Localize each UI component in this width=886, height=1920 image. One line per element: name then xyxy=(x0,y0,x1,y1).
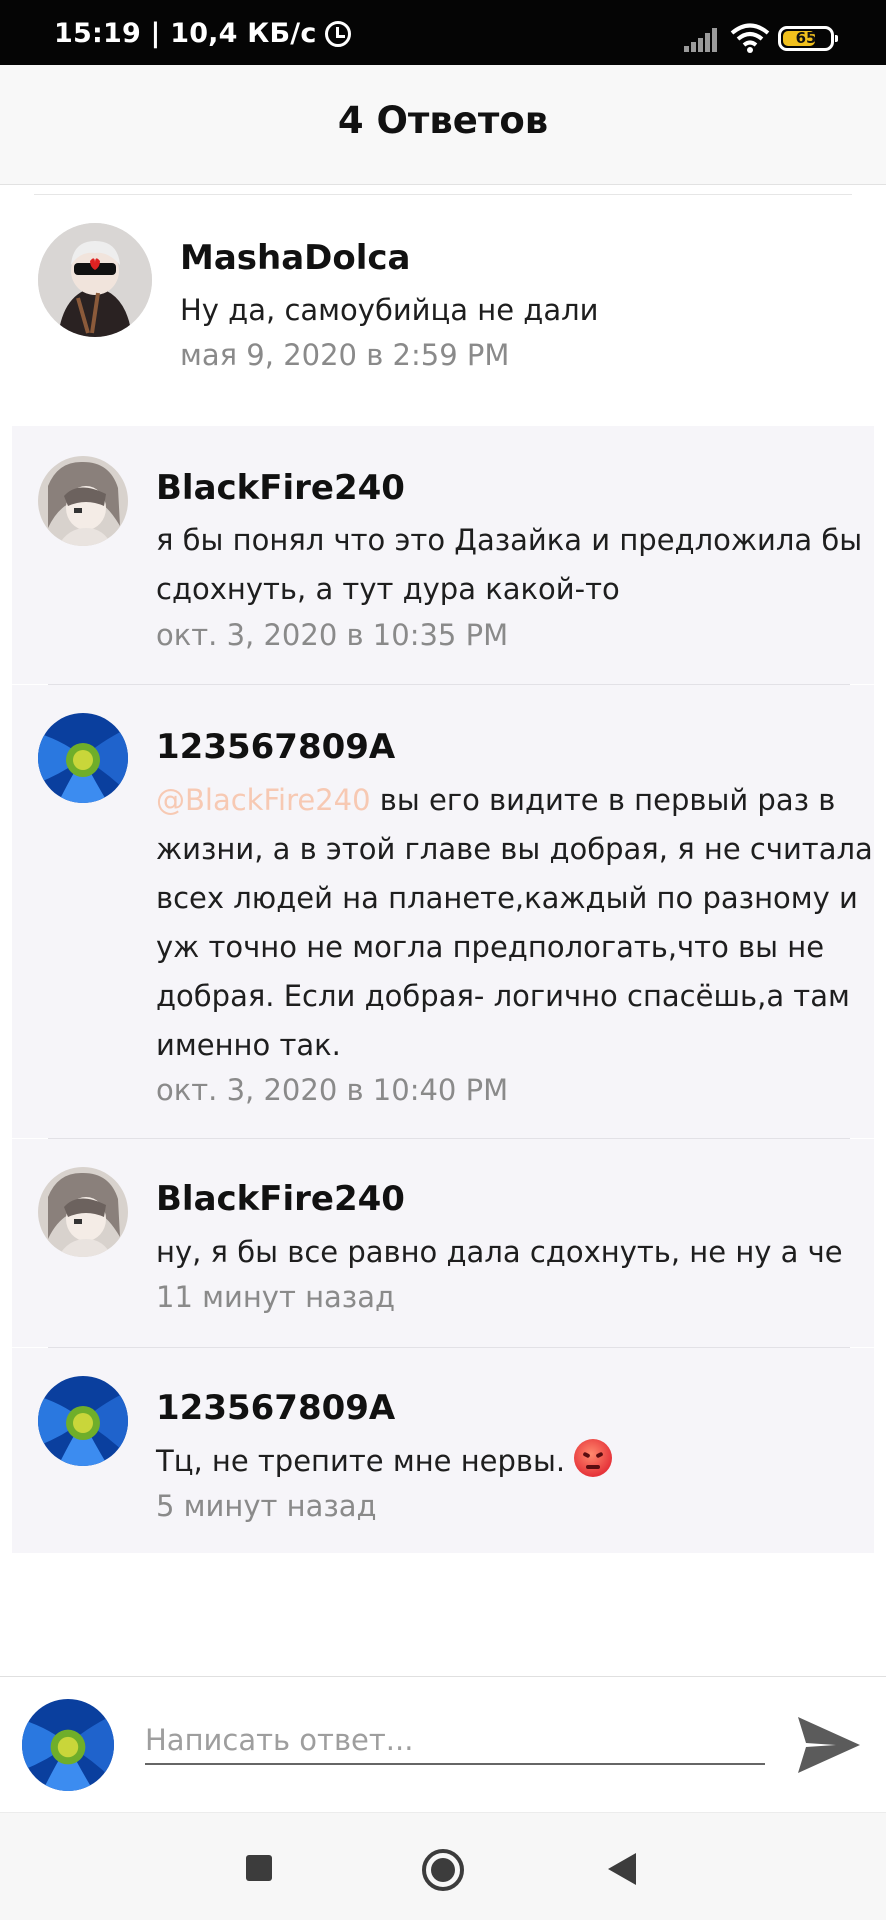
comment-date: 11 минут назад xyxy=(156,1280,396,1314)
comment-text: Ну да, самоубийца не дали xyxy=(180,293,599,327)
comment-author[interactable]: MashaDolca xyxy=(180,238,411,278)
battery-level: 65 xyxy=(795,29,817,47)
avatar[interactable] xyxy=(38,713,128,803)
avatar[interactable] xyxy=(38,1376,128,1466)
avatar[interactable] xyxy=(38,456,128,546)
reply-item: BlackFire240 ну, я бы все равно дала сдо… xyxy=(12,1139,874,1347)
reply-item: 123567809A Тц, не трепите мне нервы. 5 м… xyxy=(12,1348,874,1553)
system-nav-bar xyxy=(0,1812,886,1920)
alarm-icon xyxy=(324,20,351,47)
recents-icon[interactable] xyxy=(246,1855,272,1881)
reply-composer xyxy=(0,1676,886,1812)
divider xyxy=(34,194,852,195)
wifi-icon xyxy=(730,23,770,53)
comment-author[interactable]: BlackFire240 xyxy=(156,1179,405,1219)
comment-text-body: вы его видите в первый раз в жизни, а в … xyxy=(156,783,873,1062)
signal-icon xyxy=(684,28,718,52)
avatar[interactable] xyxy=(38,1167,128,1257)
comment-text-body: Тц, не трепите мне нервы. xyxy=(156,1444,575,1478)
comment-text: @BlackFire240 вы его видите в первый раз… xyxy=(156,776,876,1070)
parent-comment: MashaDolca Ну да, самоубийца не дали мая… xyxy=(0,196,886,426)
home-icon[interactable] xyxy=(422,1849,464,1891)
comment-author[interactable]: 123567809A xyxy=(156,727,395,767)
back-icon[interactable] xyxy=(608,1853,636,1885)
status-time-speed: 15:19 | 10,4 КБ/с xyxy=(54,18,351,49)
reply-item: BlackFire240 я бы понял что это Дазайка … xyxy=(12,426,874,684)
reply-input[interactable] xyxy=(145,1717,765,1765)
comment-author[interactable]: BlackFire240 xyxy=(156,468,405,508)
replies-header: 4 Ответов xyxy=(0,65,886,185)
comment-text: ну, я бы все равно дала сдохнуть, не ну … xyxy=(156,1235,843,1269)
angry-face-icon xyxy=(574,1439,613,1477)
comment-text: я бы понял что это Дазайка и предложила … xyxy=(156,523,863,606)
comment-text: Тц, не трепите мне нервы. xyxy=(156,1437,876,1486)
comment-date: окт. 3, 2020 в 10:40 PM xyxy=(156,1073,509,1107)
avatar[interactable] xyxy=(38,223,152,337)
status-bar: 15:19 | 10,4 КБ/с 65 xyxy=(0,0,886,65)
page-title: 4 Ответов xyxy=(337,99,549,142)
reply-item: 123567809A @BlackFire240 вы его видите в… xyxy=(12,685,874,1138)
battery-icon: 65 xyxy=(778,26,838,51)
comment-date: окт. 3, 2020 в 10:35 PM xyxy=(156,618,509,652)
comment-author[interactable]: 123567809A xyxy=(156,1388,395,1428)
current-user-avatar xyxy=(22,1699,114,1791)
mention-link[interactable]: @BlackFire240 xyxy=(156,783,371,817)
comment-date: мая 9, 2020 в 2:59 PM xyxy=(180,338,510,372)
send-icon[interactable] xyxy=(796,1713,862,1777)
comment-date: 5 минут назад xyxy=(156,1489,377,1523)
